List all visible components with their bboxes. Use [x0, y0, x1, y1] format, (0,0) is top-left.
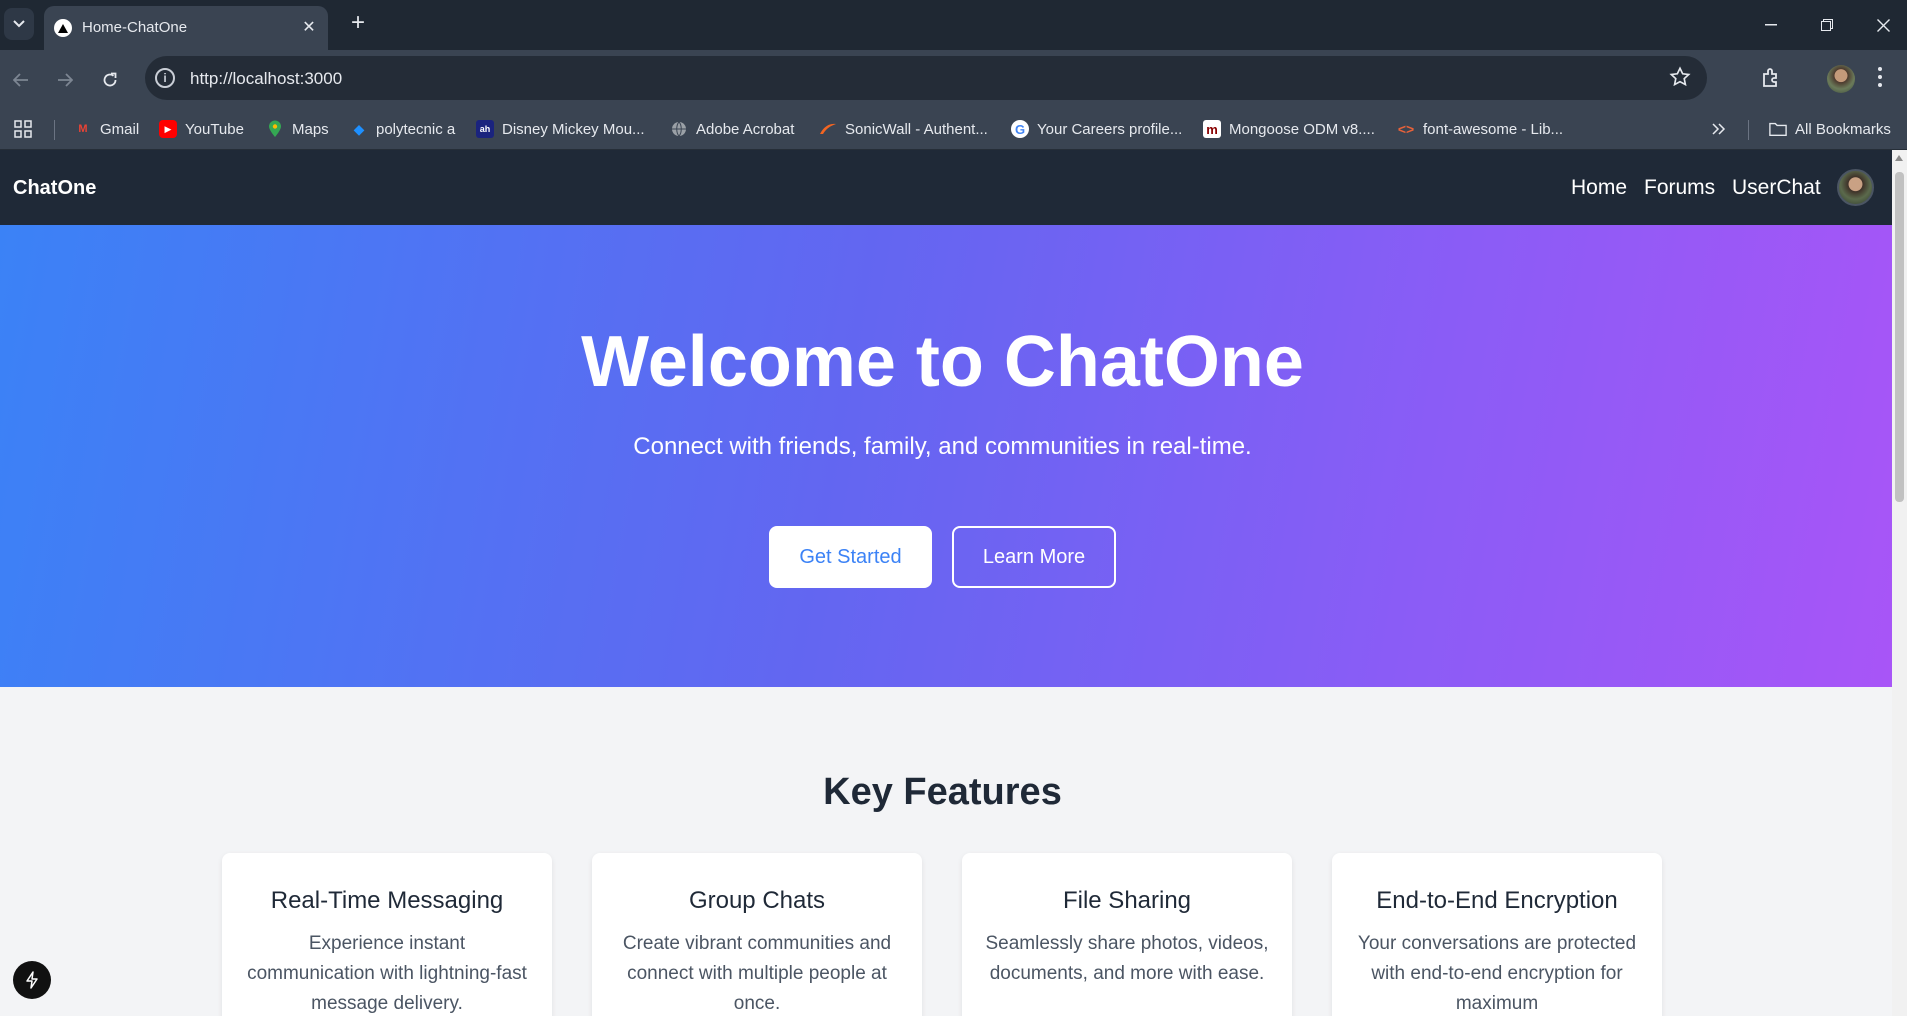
globe-icon [670, 120, 688, 138]
tab-search-button[interactable] [4, 8, 34, 40]
bookmark-mongoose[interactable]: m Mongoose ODM v8.... [1203, 118, 1375, 140]
user-avatar[interactable] [1837, 169, 1874, 206]
feature-title: Group Chats [688, 887, 826, 914]
hero-title: Welcome to ChatOne [581, 322, 1304, 402]
bookmark-font-awesome[interactable]: <> font-awesome - Lib... [1397, 118, 1563, 140]
scroll-thumb[interactable] [1895, 172, 1904, 502]
bookmark-star-icon[interactable] [1669, 66, 1693, 90]
bookmark-label: Disney Mickey Mou... [502, 120, 645, 138]
polytecnic-icon: ◆ [353, 120, 365, 137]
feature-title: File Sharing [1062, 887, 1192, 914]
bookmarks-divider [54, 120, 55, 140]
nav-link-userchat[interactable]: UserChat [1732, 176, 1821, 200]
reload-icon[interactable] [96, 66, 124, 94]
bookmark-label: Mongoose ODM v8.... [1229, 120, 1375, 138]
youtube-icon: ▶ [159, 120, 177, 138]
bookmark-label: Gmail [100, 120, 140, 138]
close-window-icon[interactable] [1868, 10, 1898, 40]
features-heading: Key Features [823, 771, 1062, 813]
bookmark-label: font-awesome - Lib... [1423, 120, 1564, 138]
all-bookmarks-label: All Bookmarks [1795, 120, 1891, 138]
back-icon[interactable] [7, 66, 35, 94]
sonicwall-icon [819, 120, 837, 138]
bookmark-adobe-acrobat[interactable]: Adobe Acrobat [670, 118, 794, 140]
new-tab-button[interactable]: + [346, 11, 370, 36]
nextjs-dev-lightning-icon[interactable] [13, 961, 51, 999]
bookmark-gmail[interactable]: M Gmail [74, 118, 139, 140]
restore-icon[interactable] [1812, 10, 1842, 40]
feature-description: Create vibrant communities and connect w… [622, 933, 892, 1014]
bookmark-disney[interactable]: ah Disney Mickey Mou... [476, 118, 645, 140]
bookmark-careers[interactable]: G Your Careers profile... [1011, 118, 1182, 140]
bookmark-label: Adobe Acrobat [696, 120, 795, 138]
more-bookmarks-chevron-icon[interactable] [1712, 118, 1726, 140]
feature-description: Experience instant communication with li… [247, 933, 527, 1014]
page-scrollbar[interactable] [1892, 150, 1907, 1016]
bookmark-maps[interactable]: Maps [266, 118, 329, 140]
feature-card: End-to-End Encryption Your conversations… [1332, 853, 1662, 1016]
app-navbar: ChatOne Home Forums UserChat [0, 150, 1892, 225]
all-bookmarks-button[interactable]: All Bookmarks [1769, 118, 1891, 140]
feature-title: End-to-End Encryption [1376, 887, 1618, 914]
address-bar[interactable]: i http://localhost:3000 [145, 56, 1707, 100]
get-started-button[interactable]: Get Started [769, 526, 932, 588]
close-tab-icon[interactable]: ✕ [298, 16, 320, 38]
feature-card: Group Chats Create vibrant communities a… [592, 853, 922, 1016]
bookmark-label: YouTube [185, 120, 244, 138]
hero-subtitle: Connect with friends, family, and commun… [633, 433, 1252, 460]
disney-icon: ah [476, 120, 494, 138]
features-section: Key Features Real-Time Messaging Experie… [0, 687, 1892, 1016]
active-tab[interactable]: Home-ChatOne ✕ [44, 6, 328, 50]
feature-card: File Sharing Seamlessly share photos, vi… [962, 853, 1292, 1016]
tab-title: Home-ChatOne [82, 19, 188, 36]
bookmark-youtube[interactable]: ▶ YouTube [159, 118, 244, 140]
bookmarks-divider [1748, 120, 1749, 140]
url-text[interactable]: http://localhost:3000 [190, 69, 342, 89]
feature-title: Real-Time Messaging [270, 887, 504, 914]
bookmark-label: polytecnic a [376, 120, 456, 138]
more-menu-icon[interactable] [1877, 66, 1891, 92]
folder-icon [1769, 120, 1787, 138]
bookmark-label: Your Careers profile... [1037, 120, 1183, 138]
mongoose-icon: m [1203, 120, 1221, 138]
browser-toolbar: i http://localhost:3000 [0, 50, 1907, 108]
hero-section: Welcome to ChatOne Connect with friends,… [0, 225, 1892, 687]
nav-link-home[interactable]: Home [1571, 176, 1627, 200]
bookmark-label: Maps [292, 120, 329, 138]
scroll-up-arrow-icon[interactable] [1895, 155, 1903, 161]
apps-grid-icon[interactable] [14, 118, 32, 140]
browser-profile-avatar[interactable] [1827, 65, 1855, 93]
feature-description: Your conversations are protected with en… [1357, 933, 1637, 1014]
learn-more-button[interactable]: Learn More [952, 526, 1116, 588]
gmail-icon: M [78, 123, 88, 135]
forward-icon[interactable] [51, 66, 79, 94]
triangle-favicon-icon [54, 19, 72, 37]
bookmarks-bar: M Gmail ▶ YouTube Maps ◆ polytecnic a ah… [0, 108, 1907, 150]
bookmark-sonicwall[interactable]: SonicWall - Authent... [819, 118, 988, 140]
minimize-icon[interactable] [1756, 10, 1786, 40]
maps-icon [266, 120, 284, 138]
google-icon: G [1011, 120, 1029, 138]
feature-card: Real-Time Messaging Experience instant c… [222, 853, 552, 1016]
browser-tab-bar: Home-ChatOne ✕ + [0, 0, 1907, 50]
bookmark-polytecnic[interactable]: ◆ polytecnic a [350, 118, 456, 140]
feature-description: Seamlessly share photos, videos, documen… [985, 933, 1269, 984]
nav-link-forums[interactable]: Forums [1644, 176, 1715, 200]
site-info-icon[interactable]: i [155, 68, 175, 88]
brand-logo[interactable]: ChatOne [13, 177, 96, 200]
extensions-icon[interactable] [1760, 66, 1786, 92]
bookmark-label: SonicWall - Authent... [845, 120, 988, 138]
code-icon: <> [1397, 121, 1415, 137]
chevron-down-icon [13, 20, 25, 28]
